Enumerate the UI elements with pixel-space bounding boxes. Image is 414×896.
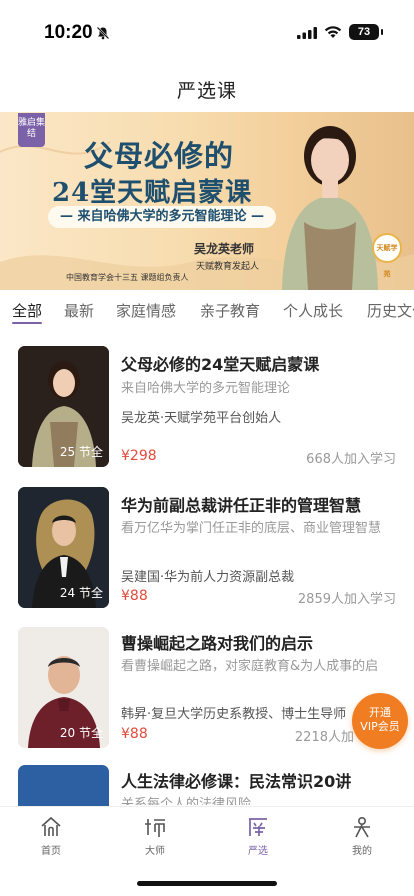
course-description: 来自哈佛大学的多元智能理论 bbox=[121, 381, 291, 396]
home-indicator bbox=[137, 881, 277, 886]
course-title: 人生法律必修课：民法常识20讲 bbox=[121, 772, 352, 791]
course-joined-count: 2218人加 bbox=[294, 730, 354, 745]
course-joined-count: 668人加入学习 bbox=[306, 452, 396, 467]
banner-organization: 中国教育学会十三五 课题组负责人 bbox=[66, 273, 189, 282]
course-lessons: 24 节全 bbox=[59, 586, 103, 600]
banner-title-line2: 24堂天赋启蒙课 bbox=[52, 178, 253, 208]
tabbar-home[interactable]: 首页 bbox=[21, 815, 81, 857]
course-lessons: 20 节全 bbox=[59, 726, 103, 740]
battery-indicator: 73 bbox=[349, 24, 383, 40]
course-title: 曹操崛起之路对我们的启示 bbox=[121, 634, 314, 653]
tabbar-select[interactable]: 严选 bbox=[228, 815, 288, 857]
tab-parenting[interactable]: 亲子教育 bbox=[200, 300, 260, 321]
tab-personal-growth[interactable]: 个人成长 bbox=[283, 300, 343, 321]
home-icon bbox=[41, 816, 61, 836]
page-title: 严选课 bbox=[176, 80, 237, 102]
teacher-portrait bbox=[282, 126, 378, 290]
banner-teacher-role: 天赋教育发起人 bbox=[196, 262, 260, 272]
course-title: 华为前副总裁讲任正非的管理智慧 bbox=[121, 496, 362, 515]
profile-icon bbox=[354, 816, 370, 838]
course-description: 看万亿华为掌门任正非的底层、商业管理智慧 bbox=[121, 521, 382, 536]
status-bar: 10:20 73 bbox=[0, 0, 414, 66]
banner-title-line1: 父母必修的 bbox=[84, 139, 235, 173]
course-joined-count: 2859人加入学习 bbox=[297, 592, 396, 607]
course-teacher: 韩昇·复旦大学历史系教授、博士生导师 bbox=[121, 707, 347, 722]
vip-button-line1: 开通 bbox=[369, 706, 391, 719]
tabbar-profile[interactable]: 我的 bbox=[332, 815, 392, 857]
course-thumbnail: 25 节全 bbox=[18, 346, 109, 467]
tabbar-label: 我的 bbox=[352, 846, 372, 857]
status-time: 10:20 bbox=[44, 22, 93, 43]
tab-family-emotion[interactable]: 家庭情感 bbox=[116, 300, 176, 321]
course-thumbnail: 20 节全 bbox=[18, 627, 109, 748]
course-teacher: 吴建国·华为前人力资源副总裁 bbox=[121, 570, 295, 585]
banner-badge: 雅启集结 bbox=[18, 113, 45, 147]
tab-history-culture[interactable]: 历史文化 bbox=[367, 300, 414, 321]
bell-muted-icon bbox=[96, 26, 110, 40]
select-icon bbox=[249, 818, 267, 836]
tabbar-label: 大师 bbox=[145, 846, 165, 857]
tab-all[interactable]: 全部 bbox=[12, 300, 42, 321]
course-lessons: 25 节全 bbox=[59, 445, 103, 459]
tabbar-master[interactable]: 大师 bbox=[125, 815, 185, 857]
vip-button-line2: VIP会员 bbox=[360, 720, 400, 733]
course-thumbnail: 24 节全 bbox=[18, 487, 109, 608]
banner-teacher-name: 吴龙英老师 bbox=[194, 242, 255, 256]
course-description: 关系每个人的法律风险 bbox=[121, 797, 252, 805]
tab-active-indicator bbox=[12, 322, 42, 324]
course-thumbnail bbox=[18, 765, 109, 806]
banner-logo: 天赋学苑 bbox=[372, 233, 402, 278]
tabbar-label: 严选 bbox=[248, 846, 268, 857]
course-price: ¥298 bbox=[121, 448, 157, 464]
course-price: ¥88 bbox=[121, 726, 148, 742]
tab-latest[interactable]: 最新 bbox=[64, 300, 94, 321]
course-title: 父母必修的24堂天赋启蒙课 bbox=[121, 355, 320, 374]
vip-membership-button[interactable]: 开通 VIP会员 bbox=[352, 693, 408, 749]
wifi-icon bbox=[324, 26, 342, 38]
course-description: 看曹操崛起之路，对家庭教育&为人成事的启 bbox=[121, 659, 379, 674]
course-teacher: 吴龙英·天赋学苑平台创始人 bbox=[121, 411, 282, 426]
cellular-signal-icon bbox=[297, 27, 317, 39]
tabbar-label: 首页 bbox=[41, 846, 61, 857]
category-tabs: 全部 最新 家庭情感 亲子教育 个人成长 历史文化 bbox=[0, 292, 414, 332]
banner-subtitle: — 来自哈佛大学的多元智能理论 — bbox=[48, 206, 277, 228]
master-icon bbox=[145, 819, 165, 837]
course-price: ¥88 bbox=[121, 588, 148, 604]
